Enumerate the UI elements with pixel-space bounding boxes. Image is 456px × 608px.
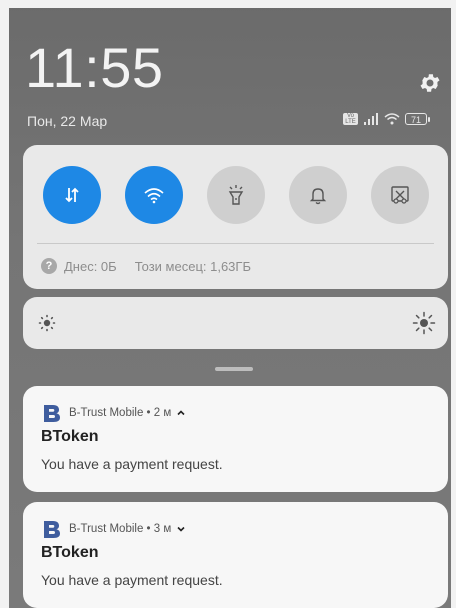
notification-text: You have a payment request.	[41, 456, 223, 472]
help-icon: ?	[41, 258, 57, 274]
gear-icon[interactable]	[418, 71, 442, 95]
notification-time: 2 м	[153, 407, 172, 419]
bell-icon	[309, 188, 327, 205]
usage-today: Днес: 0Б	[64, 258, 117, 274]
signal-icon	[364, 113, 378, 125]
chevron-up-icon[interactable]	[176, 408, 186, 418]
volte-icon: Vo LTE	[343, 113, 358, 125]
battery-level: 71	[405, 113, 427, 125]
data-transfer-icon	[65, 187, 79, 203]
screenshot-icon	[391, 186, 409, 204]
wifi-status-icon	[384, 113, 400, 125]
notification-app: B-Trust Mobile	[69, 407, 144, 419]
drag-handle[interactable]	[215, 367, 253, 371]
usage-month: Този месец: 1,63ГБ	[134, 258, 251, 274]
mobile-data-toggle[interactable]	[43, 166, 101, 224]
chevron-down-icon[interactable]	[176, 524, 186, 534]
notification-title: BToken	[41, 428, 99, 445]
brightness-slider[interactable]	[23, 297, 448, 349]
screen-frame-right	[451, 0, 456, 608]
notification-header: B-Trust Mobile • 3 м	[41, 518, 186, 540]
screen-frame-top	[0, 0, 456, 8]
brightness-low-icon	[38, 314, 56, 332]
battery-icon: 71	[405, 113, 430, 125]
notification-card[interactable]: B-Trust Mobile • 3 м BToken You have a p…	[23, 502, 448, 608]
data-usage[interactable]: ? Днес: 0Б Този месец: 1,63ГБ	[41, 258, 251, 274]
wifi-icon	[144, 188, 164, 204]
notification-time: 3 м	[153, 523, 172, 535]
notification-app: B-Trust Mobile	[69, 523, 144, 535]
notification-header: B-Trust Mobile • 2 м	[41, 402, 186, 424]
notification-text: You have a payment request.	[41, 572, 223, 588]
quick-settings-panel: ? Днес: 0Б Този месец: 1,63ГБ	[23, 145, 448, 289]
notification-title: BToken	[41, 544, 99, 561]
status-icons: Vo LTE 71	[343, 111, 430, 127]
wifi-toggle[interactable]	[125, 166, 183, 224]
screenshot-toggle[interactable]	[371, 166, 429, 224]
clock[interactable]: 11:55	[25, 40, 163, 96]
b-trust-logo-icon	[44, 405, 60, 422]
date-label[interactable]: Пон, 22 Мар	[27, 113, 107, 129]
flashlight-icon	[228, 185, 244, 205]
b-trust-logo-icon	[44, 521, 60, 538]
sound-toggle[interactable]	[289, 166, 347, 224]
notification-card[interactable]: B-Trust Mobile • 2 м BToken You have a p…	[23, 386, 448, 492]
screen-frame-left	[0, 0, 9, 608]
flashlight-toggle[interactable]	[207, 166, 265, 224]
brightness-high-icon	[412, 311, 436, 335]
panel-divider	[37, 243, 434, 244]
